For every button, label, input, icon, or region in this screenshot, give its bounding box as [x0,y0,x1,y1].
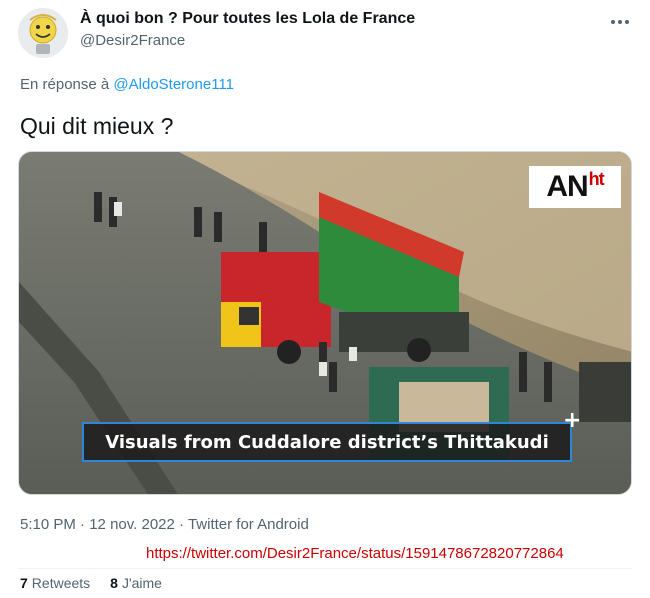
avatar[interactable] [18,8,68,58]
reply-mention-link[interactable]: @AldoSterone111 [113,76,234,93]
tweet-card: À quoi bon ? Pour toutes les Lola de Fra… [0,0,650,598]
video-caption: Visuals from Cuddalore district’s Thitta… [82,422,572,462]
retweets-count: 7 [20,575,28,591]
logo-sup-text: ht [588,168,605,189]
reply-context: En réponse à @AldoSterone111 [20,76,234,93]
divider [18,568,632,569]
meta-separator: · [179,516,185,533]
meta-separator: · [80,516,86,533]
tweet-date[interactable]: 12 nov. 2022 [89,516,175,533]
author-display-name[interactable]: À quoi bon ? Pour toutes les Lola de Fra… [80,10,415,28]
author-handle[interactable]: @Desir2France [80,32,185,49]
tweet-meta: 5:10 PM · 12 nov. 2022 · Twitter for And… [20,516,309,533]
more-options-icon[interactable] [608,12,632,32]
tweet-time[interactable]: 5:10 PM [20,516,76,533]
retweets-label: Retweets [31,575,91,591]
ani-logo: AN ht [529,166,621,208]
tweet-text: Qui dit mieux ? [20,113,174,139]
annotation-url: https://twitter.com/Desir2France/status/… [146,545,564,562]
tweet-stats: 7 Retweets 8 J'aime [20,575,162,591]
caption-plus-icon: + [563,408,582,433]
likes-label: J'aime [121,575,162,591]
logo-main-text: AN [546,170,588,203]
video-media[interactable]: AN ht Visuals from Cuddalore district’s T… [18,151,632,495]
smiley-face-avatar-icon [18,8,68,58]
tweet-source[interactable]: Twitter for Android [188,516,309,533]
retweets-stat[interactable]: 7 Retweets [20,575,90,591]
likes-stat[interactable]: 8 J'aime [110,575,162,591]
likes-count: 8 [110,575,118,591]
reply-prefix: En réponse à [20,76,110,93]
